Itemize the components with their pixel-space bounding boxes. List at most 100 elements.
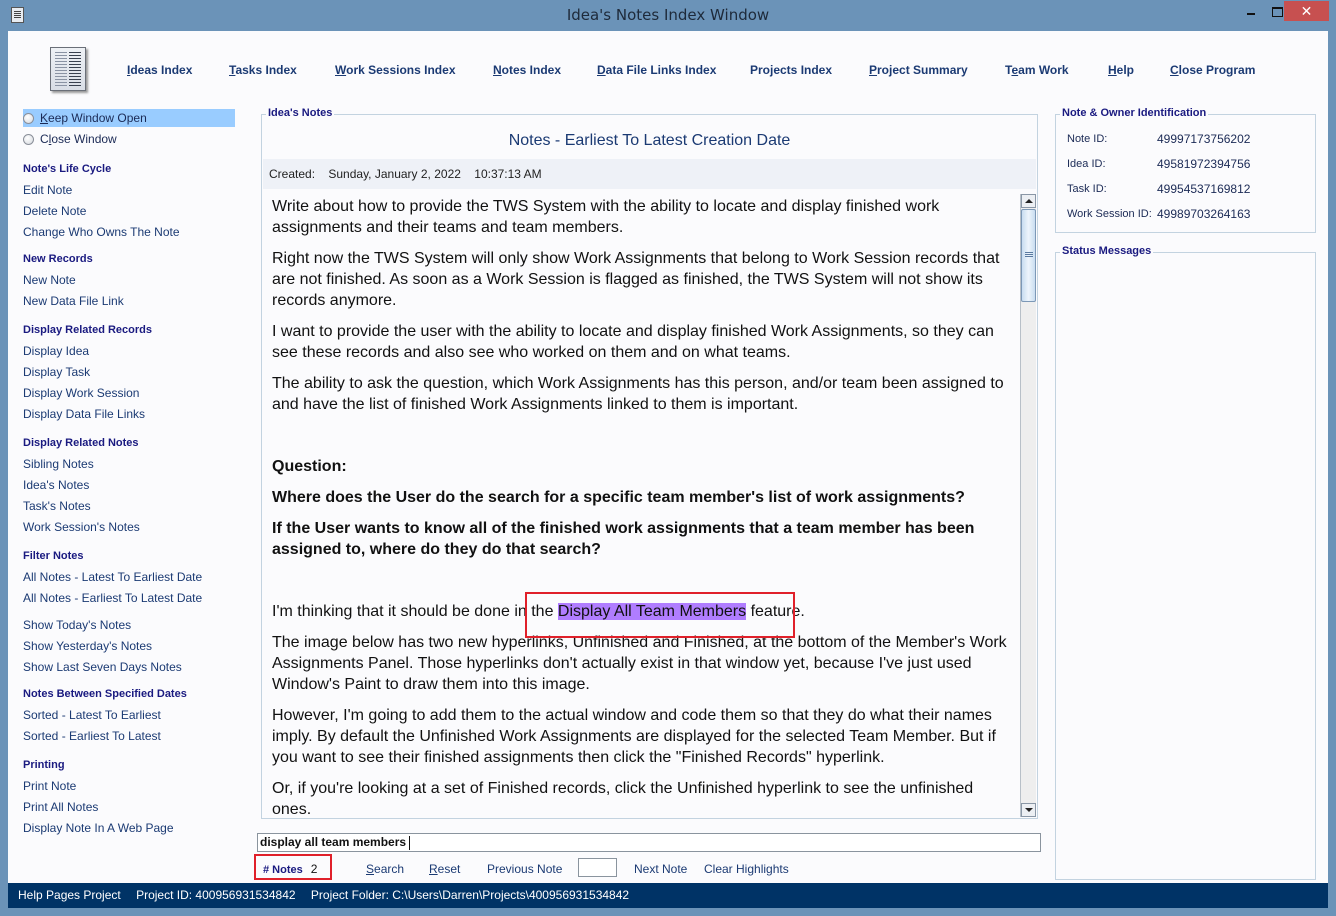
project-id: Project ID: 400956931534842 xyxy=(136,888,296,902)
link-yesterdays-notes[interactable]: Show Yesterday's Notes xyxy=(23,639,152,653)
link-new-data-file-link[interactable]: New Data File Link xyxy=(23,294,124,308)
note-paragraph: Right now the TWS System will only show … xyxy=(272,250,1000,309)
section-heading-printing: Printing xyxy=(23,759,65,771)
status-bar: Help Pages Project Project ID: 400956931… xyxy=(8,883,1328,908)
mnemonic: S xyxy=(366,862,375,876)
link-edit-note[interactable]: Edit Note xyxy=(23,183,72,197)
mnemonic: D xyxy=(597,63,606,77)
nav-label: am Work xyxy=(1018,63,1069,77)
nav-label: ata File Links Index xyxy=(605,63,717,77)
link-display-data-file-links[interactable]: Display Data File Links xyxy=(23,407,145,421)
button-label: eset xyxy=(437,862,461,876)
idea-id-value: 49581972394756 xyxy=(1157,157,1251,171)
nav-label: elp xyxy=(1116,63,1135,77)
mnemonic: C xyxy=(1170,63,1179,77)
question-paragraph: If the User wants to know all of the fin… xyxy=(272,520,975,558)
created-date: Sunday, January 2, 2022 xyxy=(328,167,461,181)
nav-projects-index[interactable]: Projects Index xyxy=(750,63,832,77)
notes-document-icon xyxy=(50,47,86,91)
nav-data-file-links-index[interactable]: Data File Links Index xyxy=(597,63,716,77)
notes-count: # Notes 2 xyxy=(263,862,317,876)
identification-group-title: Note & Owner Identification xyxy=(1060,107,1209,119)
mnemonic: H xyxy=(1108,63,1117,77)
search-button[interactable]: Search xyxy=(366,862,404,876)
next-note-button[interactable]: Next Note xyxy=(634,862,687,876)
idea-id-label: Idea ID: xyxy=(1067,158,1106,170)
nav-help[interactable]: Help xyxy=(1108,63,1134,77)
link-display-work-session[interactable]: Display Work Session xyxy=(23,386,139,400)
nav-team-work[interactable]: Team Work xyxy=(1005,63,1069,77)
nav-notes-index[interactable]: Notes Index xyxy=(493,63,561,77)
close-button[interactable]: ✕ xyxy=(1284,1,1329,21)
nav-close-program[interactable]: Close Program xyxy=(1170,63,1255,77)
reset-button[interactable]: Reset xyxy=(429,862,460,876)
status-messages-panel: Status Messages xyxy=(1055,245,1316,880)
created-bar: Created: Sunday, January 2, 2022 10:37:1… xyxy=(263,159,1036,189)
link-display-task[interactable]: Display Task xyxy=(23,365,90,379)
minimize-button[interactable] xyxy=(1238,1,1264,21)
scroll-up-arrow-icon[interactable] xyxy=(1021,194,1036,208)
mnemonic: R xyxy=(429,862,438,876)
note-paragraph: The image below has two new hyperlinks, … xyxy=(272,634,1007,693)
notes-sort-title: Notes - Earliest To Latest Creation Date xyxy=(508,132,791,149)
radio-keep-window-open[interactable]: Keep Window Open xyxy=(23,109,235,127)
link-todays-notes[interactable]: Show Today's Notes xyxy=(23,618,131,632)
radio-icon[interactable] xyxy=(23,133,34,145)
scroll-thumb[interactable] xyxy=(1021,209,1036,302)
note-scrollbar[interactable] xyxy=(1020,194,1036,817)
note-paragraph: I want to provide the user with the abil… xyxy=(272,323,994,361)
link-tasks-notes[interactable]: Task's Notes xyxy=(23,499,91,513)
section-heading-related-records: Display Related Records xyxy=(23,324,152,336)
search-input-value: display all team members xyxy=(260,835,407,849)
previous-note-button[interactable]: Previous Note xyxy=(487,862,562,876)
section-heading-between-dates: Notes Between Specified Dates xyxy=(23,688,187,700)
link-ideas-notes[interactable]: Idea's Notes xyxy=(23,478,89,492)
title-bar[interactable]: Idea's Notes Index Window ✕ xyxy=(0,0,1336,31)
radio-close-window[interactable]: Cl ose Window xyxy=(23,130,235,148)
link-delete-note[interactable]: Delete Note xyxy=(23,204,86,218)
link-display-note-web-page[interactable]: Display Note In A Web Page xyxy=(23,821,174,835)
link-display-idea[interactable]: Display Idea xyxy=(23,344,89,358)
link-all-notes-latest-first[interactable]: All Notes - Latest To Earliest Date xyxy=(23,570,202,584)
project-folder: Project Folder: C:\Users\Darren\Projects… xyxy=(310,888,630,902)
radio-label: ose Window xyxy=(51,132,117,146)
work-session-id-value: 49989703264163 xyxy=(1157,207,1251,221)
note-paragraph: However, I'm going to add them to the ac… xyxy=(272,707,996,766)
nav-work-sessions-index[interactable]: Work Sessions Index xyxy=(335,63,456,77)
nav-label: ork Sessions Index xyxy=(346,63,456,77)
task-id-label: Task ID: xyxy=(1067,183,1107,195)
radio-label: C xyxy=(40,132,49,146)
link-sorted-earliest-first[interactable]: Sorted - Earliest To Latest xyxy=(23,729,161,743)
clear-highlights-button[interactable]: Clear Highlights xyxy=(704,862,789,876)
note-number-input[interactable] xyxy=(578,858,617,877)
mnemonic: K xyxy=(40,111,49,125)
link-print-all-notes[interactable]: Print All Notes xyxy=(23,800,98,814)
scroll-down-arrow-icon[interactable] xyxy=(1021,803,1036,817)
link-sorted-latest-first[interactable]: Sorted - Latest To Earliest xyxy=(23,708,161,722)
nav-ideas-index[interactable]: Ideas Index xyxy=(127,63,192,77)
link-work-session-notes[interactable]: Work Session's Notes xyxy=(23,520,140,534)
link-sibling-notes[interactable]: Sibling Notes xyxy=(23,457,94,471)
mnemonic: W xyxy=(335,63,347,77)
section-heading-new-records: New Records xyxy=(23,253,93,265)
link-print-note[interactable]: Print Note xyxy=(23,779,76,793)
nav-tasks-index[interactable]: Tasks Index xyxy=(229,63,297,77)
link-new-note[interactable]: New Note xyxy=(23,273,76,287)
link-all-notes-earliest-first[interactable]: All Notes - Earliest To Latest Date xyxy=(23,591,202,605)
radio-icon[interactable] xyxy=(23,112,34,124)
nav-label: deas Index xyxy=(130,63,193,77)
link-change-owner[interactable]: Change Who Owns The Note xyxy=(23,225,180,239)
note-body[interactable]: Write about how to provide the TWS Syste… xyxy=(272,196,1012,816)
nav-label: lose Program xyxy=(1178,63,1256,77)
nav-project-summary[interactable]: Project Summary xyxy=(869,63,968,77)
mnemonic: N xyxy=(493,63,502,77)
note-paragraph: The ability to ask the question, which W… xyxy=(272,375,1004,413)
search-input[interactable]: display all team members xyxy=(257,833,1041,852)
question-heading: Question: xyxy=(272,458,347,475)
created-time: 10:37:13 AM xyxy=(474,167,542,181)
nav-label: asks Index xyxy=(235,63,297,77)
created-label: Created: xyxy=(269,167,316,181)
note-id-label: Note ID: xyxy=(1067,133,1108,145)
link-last-seven-days-notes[interactable]: Show Last Seven Days Notes xyxy=(23,660,182,674)
